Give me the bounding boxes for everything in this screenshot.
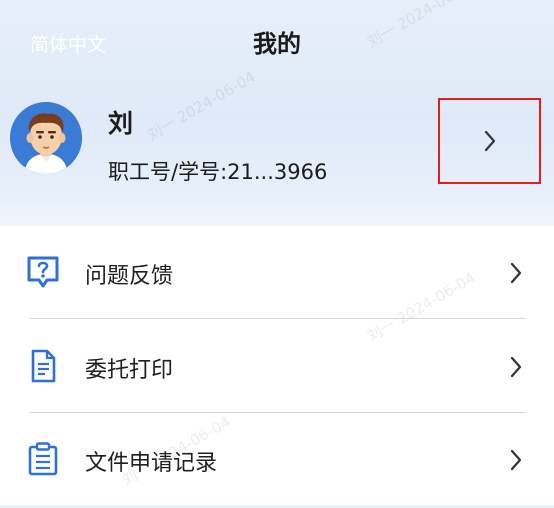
top-bar: 简体中文 我的 (0, 0, 554, 82)
divider (30, 412, 526, 413)
menu-item-label: 文件申请记录 (85, 451, 218, 476)
chevron-right-icon (510, 262, 522, 284)
chevron-right-icon (484, 130, 495, 152)
profile-card[interactable]: 刘 职工号/学号:21...3966 (0, 90, 554, 200)
profile-detail-button[interactable] (438, 98, 541, 184)
avatar (10, 102, 82, 174)
menu-item-print[interactable]: 委托打印 (0, 320, 554, 414)
clipboard-list-icon (28, 442, 58, 476)
document-icon (31, 349, 56, 383)
menu-item-label: 委托打印 (85, 358, 174, 383)
menu-item-feedback[interactable]: 问题反馈 (0, 226, 554, 320)
chevron-right-icon (510, 356, 522, 378)
menu-item-label: 问题反馈 (85, 264, 174, 289)
chevron-right-icon (510, 449, 522, 471)
divider (30, 318, 526, 319)
menu-item-file-records[interactable]: 文件申请记录 (0, 414, 554, 508)
menu-list: 问题反馈 委托打印 文件申请记录 (0, 226, 554, 505)
user-id: 职工号/学号:21...3966 (108, 160, 328, 184)
question-feedback-icon (27, 256, 59, 288)
page-title: 我的 (253, 30, 301, 58)
user-name: 刘 (108, 109, 135, 138)
